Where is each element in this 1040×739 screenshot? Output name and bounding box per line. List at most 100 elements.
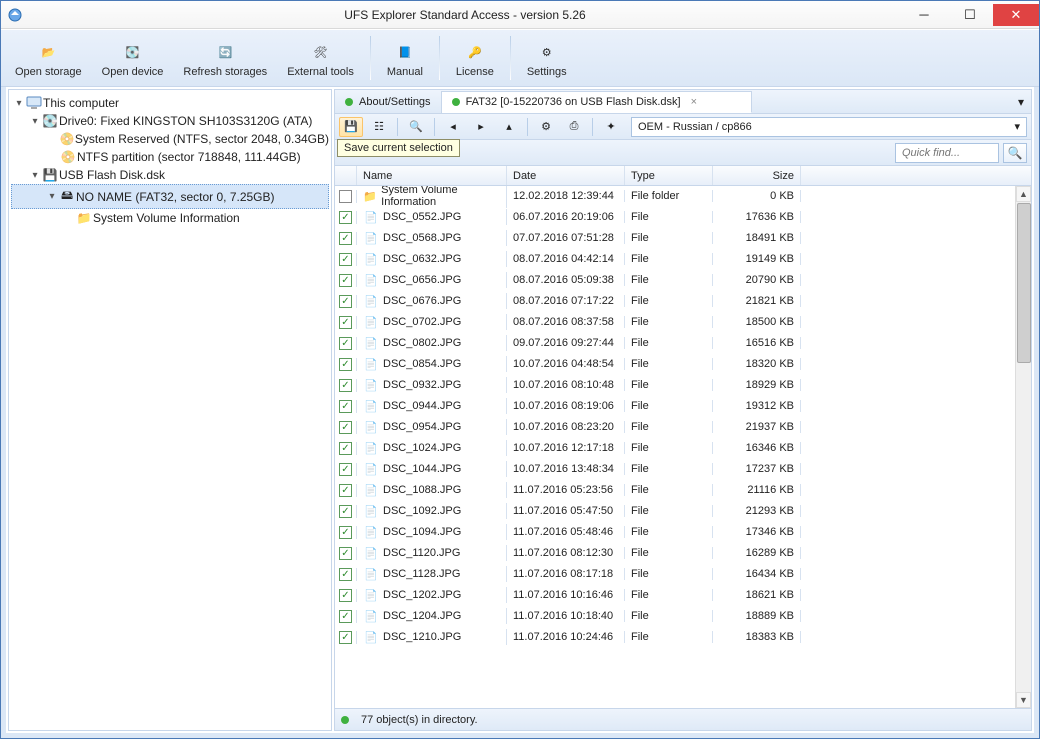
table-row[interactable]: ✓📄DSC_1024.JPG10.07.2016 12:17:18File163… bbox=[335, 438, 1031, 459]
expander-icon[interactable]: ▾ bbox=[46, 191, 58, 202]
close-button[interactable]: ✕ bbox=[993, 4, 1039, 26]
table-row[interactable]: ✓📄DSC_0954.JPG10.07.2016 08:23:20File219… bbox=[335, 417, 1031, 438]
tab-close-icon[interactable]: × bbox=[691, 96, 697, 108]
col-type[interactable]: Type bbox=[625, 166, 713, 185]
row-checkbox[interactable]: ✓ bbox=[339, 316, 352, 329]
row-checkbox[interactable]: ✓ bbox=[339, 358, 352, 371]
tool-button[interactable]: ⎙ bbox=[562, 117, 586, 137]
row-checkbox[interactable]: ✓ bbox=[339, 589, 352, 602]
table-row[interactable]: ✓📄DSC_0632.JPG08.07.2016 04:42:14File191… bbox=[335, 249, 1031, 270]
tree-partition[interactable]: 📀 System Reserved (NTFS, sector 2048, 0.… bbox=[11, 130, 329, 148]
row-checkbox[interactable]: ✓ bbox=[339, 505, 352, 518]
toolbar-license[interactable]: 🔑License bbox=[448, 35, 502, 81]
table-row[interactable]: ✓📄DSC_1044.JPG10.07.2016 13:48:34File172… bbox=[335, 459, 1031, 480]
row-checkbox[interactable]: ✓ bbox=[339, 421, 352, 434]
file-icon: 📄 bbox=[363, 314, 379, 330]
file-name: DSC_0568.JPG bbox=[383, 232, 461, 244]
find-button[interactable]: 🔍 bbox=[404, 117, 428, 137]
scroll-thumb[interactable] bbox=[1017, 203, 1031, 363]
row-checkbox[interactable]: ✓ bbox=[339, 211, 352, 224]
quick-find-input[interactable] bbox=[895, 143, 999, 163]
tree-usb-volume[interactable]: ▾ 🖴 NO NAME (FAT32, sector 0, 7.25GB) bbox=[11, 184, 329, 209]
table-row[interactable]: ✓📄DSC_1088.JPG11.07.2016 05:23:56File211… bbox=[335, 480, 1031, 501]
table-row[interactable]: ✓📄DSC_0802.JPG09.07.2016 09:27:44File165… bbox=[335, 333, 1031, 354]
row-checkbox[interactable]: ✓ bbox=[339, 232, 352, 245]
encoding-select[interactable]: OEM - Russian / cp866 ▾ bbox=[631, 117, 1027, 137]
file-date: 10.07.2016 08:10:48 bbox=[507, 379, 625, 391]
col-checkbox[interactable] bbox=[335, 166, 357, 185]
computer-icon bbox=[25, 96, 43, 110]
row-checkbox[interactable]: ✓ bbox=[339, 484, 352, 497]
table-row[interactable]: ✓📄DSC_0944.JPG10.07.2016 08:19:06File193… bbox=[335, 396, 1031, 417]
row-checkbox[interactable]: ✓ bbox=[339, 337, 352, 350]
scroll-up-icon[interactable]: ▲ bbox=[1016, 186, 1031, 202]
tree-partition[interactable]: 📀 NTFS partition (sector 718848, 111.44G… bbox=[11, 148, 329, 166]
vertical-scrollbar[interactable]: ▲ ▼ bbox=[1015, 186, 1031, 708]
toolbar-external[interactable]: 🛠External tools bbox=[279, 35, 362, 81]
nav-fwd-button[interactable]: ▸ bbox=[469, 117, 493, 137]
maximize-button[interactable]: ☐ bbox=[947, 4, 993, 26]
col-date[interactable]: Date bbox=[507, 166, 625, 185]
tab-about[interactable]: About/Settings bbox=[335, 91, 442, 113]
table-row[interactable]: ✓📄DSC_0932.JPG10.07.2016 08:10:48File189… bbox=[335, 375, 1031, 396]
toolbar-open-device[interactable]: 💽Open device bbox=[94, 35, 172, 81]
col-size[interactable]: Size bbox=[713, 166, 801, 185]
table-row[interactable]: ✓📄DSC_1120.JPG11.07.2016 08:12:30File162… bbox=[335, 543, 1031, 564]
tree-usb[interactable]: ▾ 💾 USB Flash Disk.dsk bbox=[11, 166, 329, 184]
expander-icon[interactable]: ▾ bbox=[13, 98, 25, 109]
table-row[interactable]: ✓📄DSC_0854.JPG10.07.2016 04:48:54File183… bbox=[335, 354, 1031, 375]
table-row[interactable]: ✓📁System Volume Information12.02.2018 12… bbox=[335, 186, 1031, 207]
row-checkbox[interactable]: ✓ bbox=[339, 547, 352, 560]
table-row[interactable]: ✓📄DSC_1204.JPG11.07.2016 10:18:40File188… bbox=[335, 606, 1031, 627]
tab-fat32[interactable]: FAT32 [0-15220736 on USB Flash Disk.dsk]… bbox=[442, 91, 752, 113]
file-type: File bbox=[625, 316, 713, 328]
tab-overflow-icon[interactable]: ▾ bbox=[1011, 95, 1031, 109]
row-checkbox[interactable]: ✓ bbox=[339, 442, 352, 455]
table-row[interactable]: ✓📄DSC_0552.JPG06.07.2016 20:19:06File176… bbox=[335, 207, 1031, 228]
table-row[interactable]: ✓📄DSC_1210.JPG11.07.2016 10:24:46File183… bbox=[335, 627, 1031, 648]
file-size: 21116 KB bbox=[713, 484, 801, 496]
tree-folder[interactable]: 📁 System Volume Information bbox=[11, 209, 329, 227]
table-row[interactable]: ✓📄DSC_1092.JPG11.07.2016 05:47:50File212… bbox=[335, 501, 1031, 522]
nav-back-button[interactable]: ◂ bbox=[441, 117, 465, 137]
scroll-down-icon[interactable]: ▼ bbox=[1016, 692, 1031, 708]
table-row[interactable]: ✓📄DSC_1202.JPG11.07.2016 10:16:46File186… bbox=[335, 585, 1031, 606]
row-checkbox[interactable]: ✓ bbox=[339, 379, 352, 392]
table-row[interactable]: ✓📄DSC_1094.JPG11.07.2016 05:48:46File173… bbox=[335, 522, 1031, 543]
expander-icon[interactable]: ▾ bbox=[29, 170, 41, 181]
row-checkbox[interactable]: ✓ bbox=[339, 253, 352, 266]
tool-button[interactable]: ☷ bbox=[367, 117, 391, 137]
toolbar-manual[interactable]: 📘Manual bbox=[379, 35, 431, 81]
tree-root[interactable]: ▾ This computer bbox=[11, 94, 329, 112]
table-row[interactable]: ✓📄DSC_0656.JPG08.07.2016 05:09:38File207… bbox=[335, 270, 1031, 291]
save-selection-button[interactable]: 💾 bbox=[339, 117, 363, 137]
table-row[interactable]: ✓📄DSC_0568.JPG07.07.2016 07:51:28File184… bbox=[335, 228, 1031, 249]
row-checkbox[interactable]: ✓ bbox=[339, 610, 352, 623]
toolbar-open-storage[interactable]: 📂Open storage bbox=[7, 35, 90, 81]
table-row[interactable]: ✓📄DSC_0702.JPG08.07.2016 08:37:58File185… bbox=[335, 312, 1031, 333]
folder-icon: 📁 bbox=[75, 211, 93, 225]
storage-tree[interactable]: ▾ This computer ▾ 💽 Drive0: Fixed KINGST… bbox=[8, 89, 332, 731]
row-checkbox[interactable]: ✓ bbox=[339, 526, 352, 539]
nav-up-button[interactable]: ▴ bbox=[497, 117, 521, 137]
toolbar-settings[interactable]: ⚙Settings bbox=[519, 35, 575, 81]
row-checkbox[interactable]: ✓ bbox=[339, 295, 352, 308]
quick-find-button[interactable]: 🔍 bbox=[1003, 143, 1027, 163]
file-grid[interactable]: Name Date Type Size ✓📁System Volume Info… bbox=[335, 166, 1031, 708]
row-checkbox[interactable]: ✓ bbox=[339, 568, 352, 581]
row-checkbox[interactable]: ✓ bbox=[339, 400, 352, 413]
tool-button[interactable]: ✦ bbox=[599, 117, 623, 137]
toolbar-refresh[interactable]: 🔄Refresh storages bbox=[175, 35, 275, 81]
tool-button[interactable]: ⚙ bbox=[534, 117, 558, 137]
table-row[interactable]: ✓📄DSC_1128.JPG11.07.2016 08:17:18File164… bbox=[335, 564, 1031, 585]
row-checkbox[interactable]: ✓ bbox=[339, 274, 352, 287]
expander-icon[interactable]: ▾ bbox=[29, 116, 41, 127]
tree-drive0[interactable]: ▾ 💽 Drive0: Fixed KINGSTON SH103S3120G (… bbox=[11, 112, 329, 130]
minimize-button[interactable]: ─ bbox=[901, 4, 947, 26]
row-checkbox[interactable]: ✓ bbox=[339, 631, 352, 644]
table-row[interactable]: ✓📄DSC_0676.JPG08.07.2016 07:17:22File218… bbox=[335, 291, 1031, 312]
col-name[interactable]: Name bbox=[357, 166, 507, 185]
row-checkbox[interactable]: ✓ bbox=[339, 463, 352, 476]
row-checkbox[interactable]: ✓ bbox=[339, 190, 352, 203]
file-type: File bbox=[625, 442, 713, 454]
